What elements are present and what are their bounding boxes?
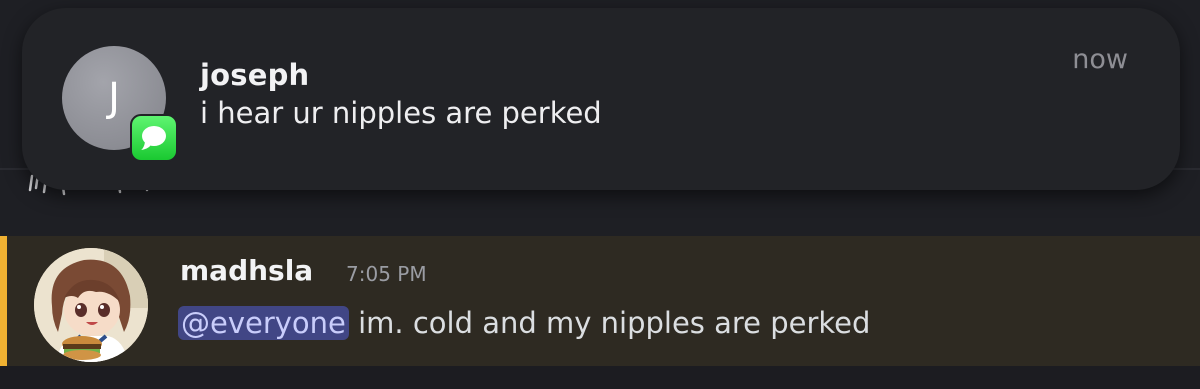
notification-sender: joseph — [200, 58, 310, 92]
message-content: @everyone im. cold and my nipples are pe… — [178, 306, 870, 340]
message-author[interactable]: madhsla — [180, 254, 313, 287]
chat-message[interactable]: madhsla 7:05 PM @everyone im. cold and m… — [0, 236, 1200, 366]
messages-icon — [130, 114, 178, 162]
notification-body: i hear ur nipples are perked — [200, 96, 602, 130]
message-text: im. cold and my nipples are perked — [348, 306, 871, 340]
avatar-initial: J — [108, 75, 120, 121]
notification-banner[interactable]: J joseph i hear ur nipples are perked no… — [22, 8, 1180, 190]
message-timestamp: 7:05 PM — [346, 262, 427, 286]
mention-highlight-bar — [0, 236, 7, 366]
user-avatar[interactable] — [34, 248, 148, 362]
background-bottom — [0, 366, 1200, 389]
everyone-mention[interactable]: @everyone — [178, 306, 349, 340]
notification-time: now — [1072, 44, 1128, 75]
